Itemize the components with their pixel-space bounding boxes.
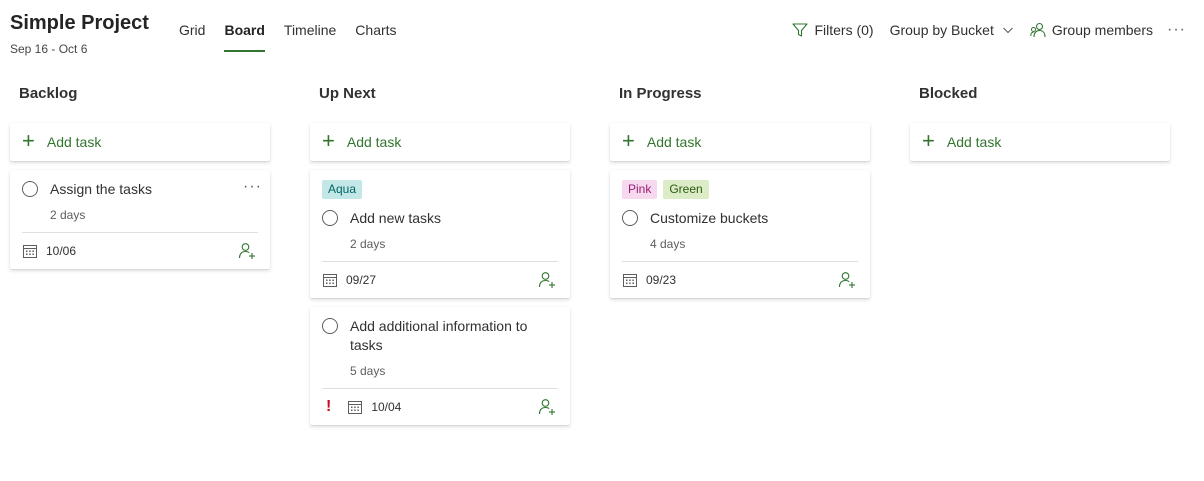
task-card[interactable]: Add additional information to tasks 5 da… xyxy=(310,307,570,425)
group-members-icon xyxy=(1030,22,1046,38)
add-task-button[interactable]: + Add task xyxy=(310,123,570,161)
bucket-title: In Progress xyxy=(619,85,702,102)
due-date: 10/06 xyxy=(46,244,77,258)
filter-icon xyxy=(792,23,809,37)
more-options-button[interactable]: ··· xyxy=(1167,20,1186,40)
group-members-label: Group members xyxy=(1051,22,1154,38)
plus-icon: + xyxy=(922,128,935,153)
plus-icon: + xyxy=(622,128,635,153)
task-duration: 2 days xyxy=(50,208,86,222)
chevron-down-icon xyxy=(1002,27,1013,34)
group-members-button[interactable]: Group members xyxy=(1030,20,1153,40)
assign-user-icon[interactable] xyxy=(238,242,256,265)
tab-charts[interactable]: Charts xyxy=(355,20,396,52)
add-task-button[interactable]: + Add task xyxy=(610,123,870,161)
label-pink: Pink xyxy=(622,180,658,199)
group-by-dropdown[interactable]: Group by Bucket xyxy=(890,20,1014,40)
calendar-icon xyxy=(22,243,38,259)
group-by-label: Group by Bucket xyxy=(889,22,994,38)
tab-timeline[interactable]: Timeline xyxy=(284,20,336,52)
urgent-priority-icon: ! xyxy=(326,398,332,415)
add-task-label: Add task xyxy=(346,134,402,150)
label-green: Green xyxy=(663,180,709,199)
card-more-button[interactable]: ··· xyxy=(243,178,262,196)
calendar-icon xyxy=(347,399,363,415)
plus-icon: + xyxy=(322,128,335,153)
label-aqua: Aqua xyxy=(322,180,363,199)
bucket-title: Backlog xyxy=(19,85,78,102)
bucket-in-progress: In Progress + Add task Pink Green Custom… xyxy=(610,84,870,298)
task-duration: 2 days xyxy=(350,237,386,251)
task-title: Assign the tasks xyxy=(50,181,152,197)
toolbar: Filters (0) Group by Bucket Group member… xyxy=(776,20,1186,40)
due-date: 10/04 xyxy=(371,400,402,414)
bucket-backlog: Backlog + Add task ··· Assign the tasks … xyxy=(10,84,270,269)
due-date: 09/27 xyxy=(346,273,377,287)
task-duration: 5 days xyxy=(350,364,386,378)
assign-user-icon[interactable] xyxy=(538,271,556,294)
task-card[interactable]: Aqua Add new tasks 2 days 09/27 xyxy=(310,170,570,298)
tab-board[interactable]: Board xyxy=(224,20,266,52)
task-card[interactable]: Pink Green Customize buckets 4 days 09/2… xyxy=(610,170,870,298)
filters-button[interactable]: Filters (0) xyxy=(792,20,874,40)
filters-label: Filters (0) xyxy=(814,22,874,38)
view-tabs: Grid Board Timeline Charts xyxy=(179,20,416,52)
complete-task-checkbox[interactable] xyxy=(22,181,38,197)
calendar-icon xyxy=(622,272,638,288)
add-task-label: Add task xyxy=(946,134,1002,150)
task-duration: 4 days xyxy=(650,237,686,251)
bucket-title: Up Next xyxy=(319,85,376,102)
complete-task-checkbox[interactable] xyxy=(322,210,338,226)
add-task-button[interactable]: + Add task xyxy=(10,123,270,161)
task-title: Add new tasks xyxy=(350,210,442,226)
add-task-label: Add task xyxy=(646,134,702,150)
add-task-label: Add task xyxy=(46,134,102,150)
due-date: 09/23 xyxy=(646,273,677,287)
complete-task-checkbox[interactable] xyxy=(322,318,338,334)
project-title: Simple Project xyxy=(10,12,149,34)
bucket-up-next: Up Next + Add task Aqua Add new tasks 2 … xyxy=(310,84,570,425)
complete-task-checkbox[interactable] xyxy=(622,210,638,226)
assign-user-icon[interactable] xyxy=(838,271,856,294)
project-dates: Sep 16 - Oct 6 xyxy=(10,42,88,56)
bucket-title: Blocked xyxy=(919,85,978,102)
calendar-icon xyxy=(322,272,338,288)
task-title: Customize buckets xyxy=(650,210,769,226)
bucket-blocked: Blocked + Add task xyxy=(910,84,1170,161)
add-task-button[interactable]: + Add task xyxy=(910,123,1170,161)
tab-grid[interactable]: Grid xyxy=(179,20,205,52)
plus-icon: + xyxy=(22,128,35,153)
task-card[interactable]: ··· Assign the tasks 2 days 10/06 xyxy=(10,170,270,269)
assign-user-icon[interactable] xyxy=(538,398,556,421)
task-title: Add additional information to tasks xyxy=(350,318,528,353)
